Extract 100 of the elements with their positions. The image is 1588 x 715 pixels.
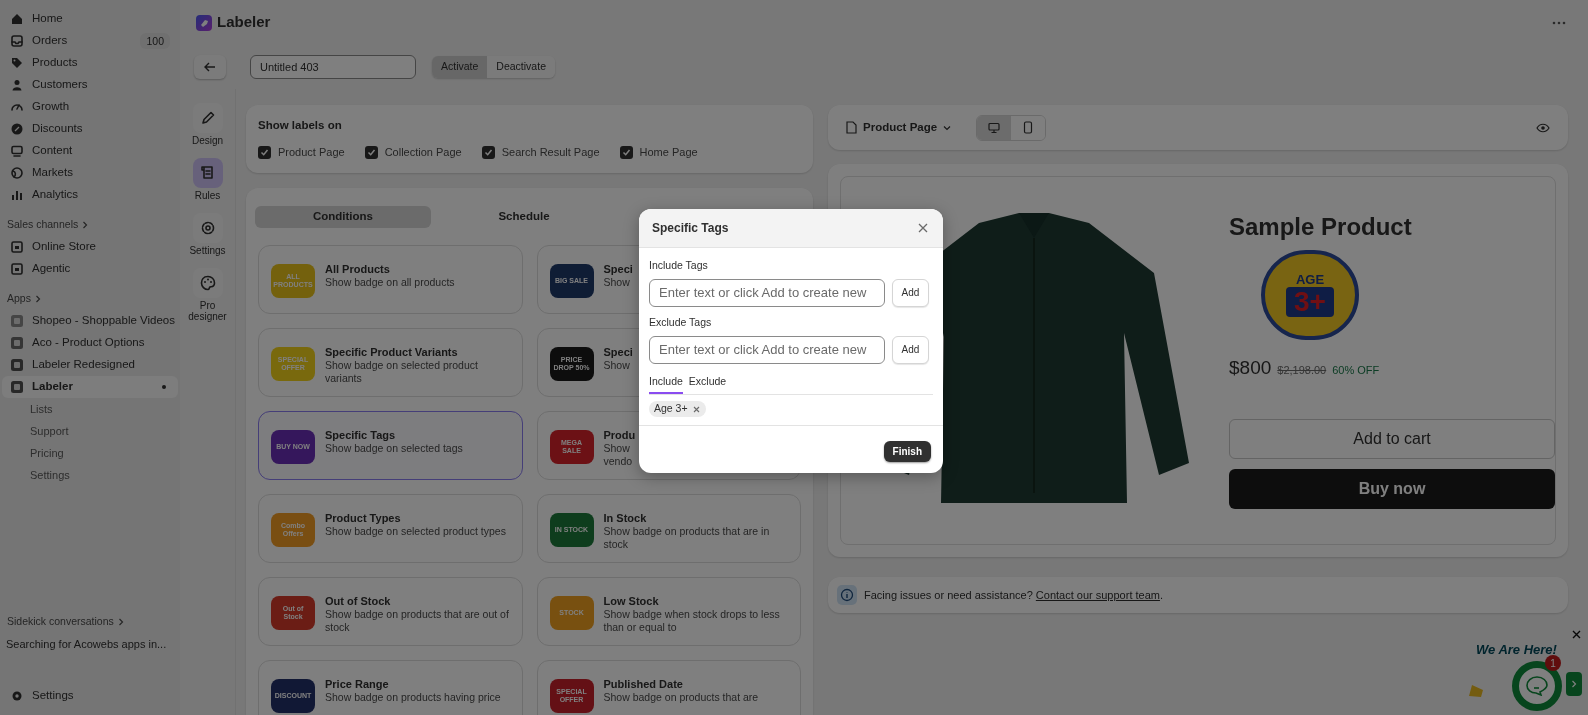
card-description: Show badge on products that are out of stock bbox=[325, 608, 510, 634]
status-button[interactable]: Activate bbox=[432, 56, 488, 78]
field-label: Include Tags bbox=[649, 258, 709, 273]
sub-nav-item[interactable]: Settings bbox=[2, 464, 178, 486]
buy-now-button[interactable]: Buy now bbox=[1229, 468, 1555, 509]
dot-icon bbox=[162, 385, 166, 389]
status-button[interactable]: Deactivate bbox=[487, 56, 555, 78]
chip-label: Age 3+ bbox=[654, 401, 688, 417]
checkbox[interactable] bbox=[364, 146, 378, 159]
checkbox-label: Collection Page bbox=[384, 145, 462, 161]
modal-title: Specific Tags bbox=[652, 220, 729, 237]
person-icon bbox=[10, 78, 24, 92]
close-button[interactable] bbox=[916, 221, 930, 235]
card-description: Show badge on products that are in stock bbox=[603, 525, 771, 551]
checkbox-label: Home Page bbox=[639, 145, 698, 161]
checkmark-icon bbox=[366, 148, 376, 157]
store-icon bbox=[10, 262, 24, 276]
nav-item[interactable]: Growth bbox=[2, 96, 178, 118]
chevron-down-icon bbox=[943, 124, 952, 131]
card-title: Low Stock bbox=[603, 594, 660, 608]
rail-label: Design bbox=[191, 135, 224, 146]
back-arrow-icon bbox=[204, 62, 216, 72]
conversation-item[interactable]: Searching for Acowebs apps in... bbox=[2, 633, 178, 655]
product-title: Sample Product bbox=[1229, 212, 1413, 242]
nav-item[interactable]: Content bbox=[2, 140, 178, 162]
nav-item[interactable]: Labeler Redesigned bbox=[2, 354, 178, 376]
close-icon bbox=[918, 223, 928, 233]
support-link[interactable]: Contact our support team bbox=[1035, 588, 1160, 601]
card-description: Show badge when stock drops to less than or equal to bbox=[603, 608, 781, 634]
compare-price: $2,198.00 bbox=[1277, 363, 1327, 378]
app-logo-icon bbox=[10, 380, 24, 394]
view-toggle[interactable] bbox=[977, 115, 1012, 140]
inbox-icon bbox=[10, 34, 24, 48]
tab[interactable]: Conditions bbox=[255, 206, 431, 228]
add-to-cart-button[interactable]: Add to cart bbox=[1229, 418, 1555, 459]
nav-item[interactable]: Customers bbox=[2, 74, 178, 96]
checkbox-label: Search Result Page bbox=[501, 145, 600, 161]
tag-input-field[interactable]: Enter text or click Add to create new bbox=[649, 278, 885, 307]
tag-input-field[interactable]: Enter text or click Add to create new bbox=[649, 335, 885, 364]
section-heading[interactable]: Sales channels bbox=[2, 214, 178, 236]
section-title: Show labels on bbox=[258, 118, 343, 133]
card-description: Show badge on selected product types bbox=[325, 525, 507, 538]
nav-item[interactable]: Orders 100 bbox=[2, 30, 178, 52]
add-button[interactable]: Add bbox=[892, 335, 929, 364]
checkbox[interactable] bbox=[481, 146, 495, 159]
tag-icon bbox=[10, 56, 24, 70]
rail-button[interactable] bbox=[192, 158, 223, 188]
add-button[interactable]: Add bbox=[892, 278, 929, 307]
card-title: Specific Tags bbox=[325, 428, 397, 442]
sub-nav-item[interactable]: Pricing bbox=[2, 442, 178, 464]
card-description: Show badge on products that are bbox=[603, 691, 760, 704]
sub-nav-item[interactable]: Support bbox=[2, 420, 178, 442]
finish-button[interactable]: Finish bbox=[883, 441, 931, 462]
checkmark-icon bbox=[483, 148, 493, 157]
page-select[interactable]: Product Page bbox=[846, 118, 952, 137]
nav-item[interactable]: Aco - Product Options bbox=[2, 332, 178, 354]
field-label: Exclude Tags bbox=[649, 314, 713, 330]
nav-item[interactable]: Home bbox=[2, 8, 178, 30]
nav-item[interactable]: Shopeo - Shoppable Videos bbox=[2, 310, 178, 332]
chevron-right-icon bbox=[1571, 680, 1577, 688]
tab[interactable]: Include bbox=[649, 373, 683, 395]
card-description: Show badge on selected tags bbox=[325, 442, 464, 455]
tab[interactable]: Exclude bbox=[688, 373, 727, 395]
section-heading[interactable]: Apps bbox=[2, 288, 178, 310]
nav-item[interactable]: Products bbox=[2, 52, 178, 74]
app-title: Labeler bbox=[217, 12, 271, 33]
nav-item[interactable]: Analytics bbox=[2, 184, 178, 206]
close-icon bbox=[693, 405, 701, 413]
remove-tag-button[interactable] bbox=[692, 405, 701, 414]
nav-item[interactable]: Online Store bbox=[2, 236, 178, 258]
close-icon bbox=[1572, 630, 1581, 639]
app-logo-icon bbox=[10, 358, 24, 372]
card-title: Product Types bbox=[325, 511, 402, 525]
nav-item[interactable]: Discounts bbox=[2, 118, 178, 140]
rail-label: Rules bbox=[194, 190, 221, 201]
chat-bubble-icon bbox=[1526, 676, 1548, 696]
chat-button[interactable] bbox=[1512, 661, 1562, 711]
nav-item[interactable]: Agentic bbox=[2, 258, 178, 280]
checkbox[interactable] bbox=[258, 146, 271, 159]
card-title: Out of Stock bbox=[325, 594, 392, 608]
section-heading[interactable]: Sidekick conversations bbox=[2, 611, 178, 633]
palette-icon bbox=[198, 274, 217, 292]
nav-item[interactable]: Markets bbox=[2, 162, 178, 184]
nav-item[interactable]: Settings bbox=[2, 685, 178, 707]
bar-chart-icon bbox=[10, 188, 24, 202]
card-title: All Products bbox=[325, 262, 391, 276]
desktop-icon bbox=[988, 121, 1001, 134]
card-description: Show bbox=[603, 276, 631, 289]
more-icon bbox=[1552, 20, 1566, 25]
card-description: Show badge on all products bbox=[325, 276, 456, 289]
nav-item[interactable]: Labeler bbox=[2, 376, 178, 398]
chevron-right-icon bbox=[117, 618, 124, 626]
back-button[interactable] bbox=[194, 55, 226, 79]
sub-nav-item[interactable]: Lists bbox=[2, 398, 178, 420]
eye-icon bbox=[1536, 122, 1550, 133]
expand-button[interactable] bbox=[1566, 672, 1582, 696]
card-description: Show badge on selected product variants bbox=[325, 359, 479, 385]
name-field[interactable]: Untitled 403 bbox=[250, 55, 416, 79]
checkbox[interactable] bbox=[619, 146, 633, 159]
age-badge-drawing: AGE 3+ bbox=[1261, 250, 1359, 340]
